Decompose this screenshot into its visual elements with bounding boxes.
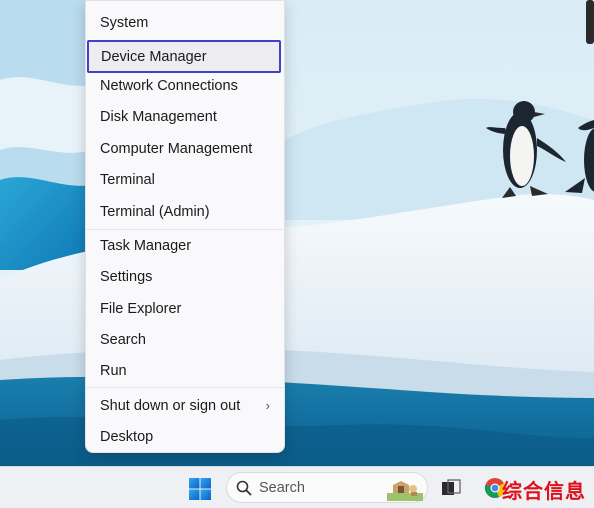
- power-user-menu: System Device Manager Network Connection…: [85, 0, 285, 453]
- menu-item-label: Settings: [100, 269, 153, 285]
- menu-item-label: Run: [100, 363, 127, 379]
- search-icon: [236, 480, 252, 496]
- search-highlight-image: [387, 475, 423, 501]
- menu-item-device-manager[interactable]: Device Manager: [87, 40, 281, 73]
- menu-item-terminal-admin[interactable]: Terminal (Admin): [86, 198, 284, 226]
- taskbar-search-box[interactable]: [226, 472, 428, 503]
- menu-item-label: File Explorer: [100, 301, 182, 317]
- menu-item-label: Network Connections: [100, 78, 238, 94]
- task-view-icon[interactable]: [441, 479, 461, 497]
- menu-item-label: System: [100, 15, 149, 31]
- menu-item-label: Task Manager: [100, 238, 192, 254]
- menu-item-label: Desktop: [100, 429, 154, 445]
- menu-separator: [86, 387, 284, 388]
- menu-item-desktop[interactable]: Desktop: [86, 423, 284, 451]
- menu-item-label: Search: [100, 332, 146, 348]
- menu-item-label: Terminal: [100, 172, 155, 188]
- menu-item-label: Terminal (Admin): [100, 204, 210, 220]
- menu-item-terminal[interactable]: Terminal: [86, 166, 284, 194]
- menu-item-label: Computer Management: [100, 141, 253, 157]
- menu-item-network-connections[interactable]: Network Connections: [86, 72, 284, 100]
- windows-start-icon[interactable]: [188, 477, 212, 501]
- menu-item-file-explorer[interactable]: File Explorer: [86, 295, 284, 323]
- menu-item-label: Disk Management: [100, 109, 217, 125]
- menu-item-run[interactable]: Run: [86, 357, 284, 385]
- search-input[interactable]: [259, 479, 369, 497]
- menu-item-label: Shut down or sign out: [100, 398, 241, 414]
- menu-item-label: Device Manager: [101, 48, 207, 65]
- chevron-right-icon: ›: [265, 397, 270, 413]
- menu-item-computer-management[interactable]: Computer Management: [86, 135, 284, 163]
- menu-item-disk-management[interactable]: Disk Management: [86, 103, 284, 131]
- menu-item-system[interactable]: System: [86, 9, 284, 37]
- watermark-text: 综合信息: [502, 479, 586, 503]
- menu-separator: [86, 229, 284, 230]
- menu-item-search[interactable]: Search: [86, 326, 284, 354]
- menu-item-settings[interactable]: Settings: [86, 263, 284, 291]
- menu-item-shut-down[interactable]: Shut down or sign out ›: [86, 392, 284, 420]
- menu-item-task-manager[interactable]: Task Manager: [86, 232, 284, 260]
- taskbar: 综合信息: [0, 466, 594, 508]
